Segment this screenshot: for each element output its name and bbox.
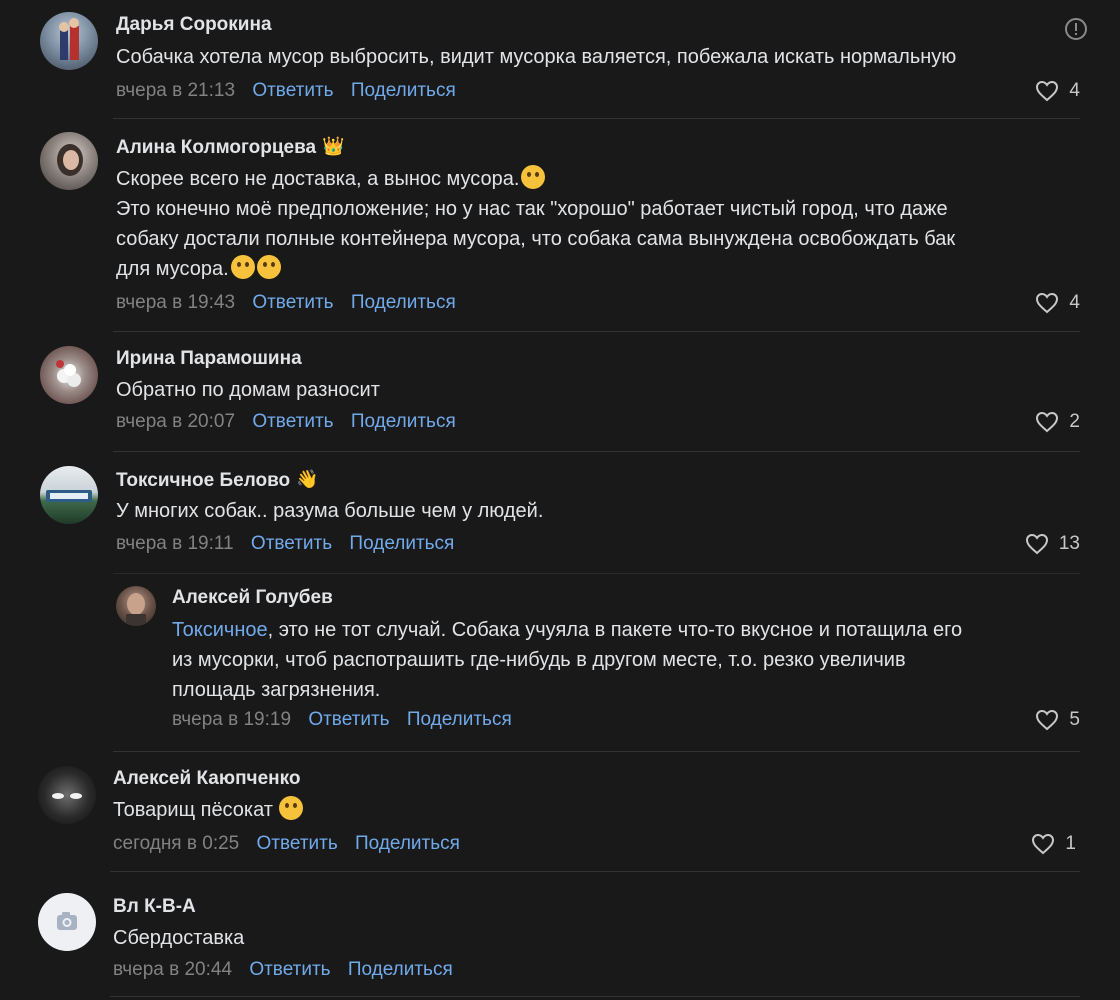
comment-text: Собачка хотела мусор выбросить, видит му… — [116, 46, 957, 68]
reply-button[interactable]: Ответить — [251, 533, 332, 554]
like-button[interactable]: 2 — [1035, 411, 1080, 433]
heart-icon — [1036, 292, 1059, 314]
divider — [113, 451, 1080, 452]
comment-time[interactable]: вчера в 20:44 — [113, 959, 232, 980]
heart-icon — [1036, 709, 1059, 731]
comment-time[interactable]: сегодня в 0:25 — [113, 833, 239, 854]
reply-button[interactable]: Ответить — [308, 709, 389, 730]
share-button[interactable]: Поделиться — [351, 292, 456, 313]
comment-time[interactable]: вчера в 19:43 — [116, 292, 235, 313]
comment-text: Скорее всего не доставка, а вынос мусора… — [116, 164, 955, 284]
comment-author[interactable]: Ирина Парамошина — [116, 348, 302, 370]
comment-text: Сбердоставка — [113, 927, 245, 949]
comment-meta: вчера в 20:44 Ответить Поделиться — [113, 959, 453, 981]
comment-time[interactable]: вчера в 21:13 — [116, 80, 235, 101]
like-count: 13 — [1058, 533, 1080, 554]
like-count: 5 — [1069, 709, 1080, 730]
reply-button[interactable]: Ответить — [252, 292, 333, 313]
mention-link[interactable]: Токсичное — [172, 619, 268, 641]
avatar[interactable] — [38, 893, 96, 951]
rofl-emoji-icon — [230, 255, 255, 279]
divider — [110, 871, 1080, 872]
comment-time[interactable]: вчера в 19:19 — [172, 709, 291, 730]
comment-time[interactable]: вчера в 19:11 — [116, 533, 234, 554]
comment-meta: вчера в 19:11 Ответить Поделиться — [116, 533, 454, 555]
comment-author[interactable]: Алексей Каюпченко — [113, 768, 301, 790]
reply-button[interactable]: Ответить — [257, 833, 338, 854]
avatar[interactable] — [40, 466, 98, 524]
share-button[interactable]: Поделиться — [407, 709, 512, 730]
waving-hand-icon: 👋 — [296, 469, 319, 489]
avatar[interactable] — [40, 132, 98, 190]
like-count: 1 — [1065, 833, 1076, 854]
divider — [110, 996, 1080, 997]
comments-feed: Дарья Сорокина Собачка хотела мусор выбр… — [0, 0, 1120, 1000]
thinking-emoji-icon — [521, 165, 546, 189]
like-button[interactable]: 5 — [1035, 709, 1080, 731]
like-count: 4 — [1069, 80, 1080, 101]
report-icon[interactable] — [1064, 17, 1088, 41]
comment-author[interactable]: Алексей Голубев — [172, 587, 333, 609]
comment-meta: вчера в 19:43 Ответить Поделиться — [116, 292, 456, 314]
share-button[interactable]: Поделиться — [351, 80, 456, 101]
reply-button[interactable]: Ответить — [249, 959, 330, 980]
comment-text: Токсичное, это не тот случай. Собака учу… — [172, 619, 963, 701]
dizzy-emoji-icon — [256, 255, 281, 279]
comment-text: Товарищ пёсокат — [113, 795, 303, 825]
like-button[interactable]: 1 — [1031, 833, 1076, 855]
comment-author[interactable]: Алина Колмогорцева 👑 — [116, 136, 345, 159]
like-count: 4 — [1069, 292, 1080, 313]
heart-icon — [1036, 411, 1059, 433]
comment-meta: сегодня в 0:25 Ответить Поделиться — [113, 833, 460, 855]
camera-placeholder-icon — [57, 912, 77, 930]
heart-icon — [1032, 833, 1055, 855]
divider — [113, 751, 1080, 752]
divider — [113, 118, 1080, 119]
avatar[interactable] — [40, 346, 98, 404]
like-count: 2 — [1069, 411, 1080, 432]
share-button[interactable]: Поделиться — [351, 411, 456, 432]
like-button[interactable]: 13 — [1025, 533, 1080, 555]
crying-laughing-emoji-icon — [278, 796, 303, 820]
comment-time[interactable]: вчера в 20:07 — [116, 411, 235, 432]
like-button[interactable]: 4 — [1035, 80, 1080, 102]
share-button[interactable]: Поделиться — [349, 533, 454, 554]
heart-icon — [1036, 80, 1059, 102]
comment-meta: вчера в 20:07 Ответить Поделиться — [116, 411, 456, 433]
reply-button[interactable]: Ответить — [252, 411, 333, 432]
comment-text: У многих собак.. разума больше чем у люд… — [116, 500, 544, 522]
comment-meta: вчера в 19:19 Ответить Поделиться — [172, 709, 512, 731]
share-button[interactable]: Поделиться — [355, 833, 460, 854]
comment-author[interactable]: Дарья Сорокина — [116, 14, 272, 36]
like-button[interactable]: 4 — [1035, 292, 1080, 314]
divider — [113, 573, 1080, 574]
comment-author[interactable]: Токсичное Белово 👋 — [116, 469, 319, 492]
comment-author[interactable]: Вл К-В-А — [113, 896, 196, 918]
divider — [113, 331, 1080, 332]
reply-button[interactable]: Ответить — [252, 80, 333, 101]
avatar[interactable] — [38, 766, 96, 824]
comment-meta: вчера в 21:13 Ответить Поделиться — [116, 80, 456, 102]
avatar[interactable] — [116, 586, 156, 626]
share-button[interactable]: Поделиться — [348, 959, 453, 980]
comment-text: Обратно по домам разносит — [116, 379, 380, 401]
crown-icon: 👑 — [322, 136, 345, 156]
heart-icon — [1025, 533, 1048, 555]
avatar[interactable] — [40, 12, 98, 70]
